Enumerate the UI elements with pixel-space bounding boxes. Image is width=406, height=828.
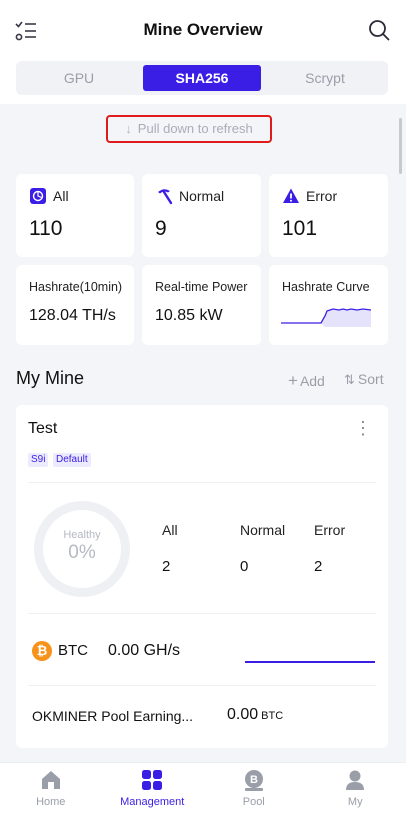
tab-pool-label: Pool <box>242 796 265 808</box>
pool-icon: B <box>244 770 263 791</box>
profile-icon <box>346 770 365 790</box>
tag-model: S9i <box>28 453 49 467</box>
my-mine-title: My Mine <box>16 368 85 388</box>
mine-error-label: Error <box>314 522 346 538</box>
coin-name: BTC <box>58 642 88 659</box>
tab-gpu[interactable]: GPU <box>20 65 138 91</box>
mine-card[interactable]: Test ⋮ S9i Default Healthy 0% All 2 Norm… <box>16 405 388 748</box>
power-value: 10.85 kW <box>155 307 223 324</box>
mine-normal-value: 0 <box>240 558 249 575</box>
status-normal-value: 9 <box>155 217 167 240</box>
hashrate-value: 128.04 TH/s <box>29 307 116 324</box>
svg-text:B: B <box>250 774 258 786</box>
earnings-amount: 0.00 <box>227 706 259 723</box>
bitcoin-icon: ₿ <box>32 641 52 661</box>
tab-pool[interactable]: B Pool <box>203 763 305 828</box>
tag-group: Default <box>53 453 91 467</box>
pool-earnings-label: OKMINER Pool Earning... <box>32 708 194 724</box>
divider <box>28 685 376 686</box>
hashrate-curve-label: Hashrate Curve <box>282 280 370 294</box>
warning-icon <box>283 188 299 203</box>
tab-home-label: Home <box>36 796 66 808</box>
add-mine-button[interactable]: + Add <box>288 371 325 391</box>
home-icon <box>41 771 60 789</box>
sort-label: Sort <box>357 371 384 387</box>
hashrate-card[interactable]: Hashrate(10min) 128.04 TH/s <box>16 265 134 345</box>
divider <box>28 613 376 614</box>
tab-my-label: My <box>347 796 363 808</box>
status-normal-label: Normal <box>179 188 225 204</box>
pickaxe-icon <box>158 189 173 205</box>
coin-hashrate: 0.00 GH/s <box>108 642 181 659</box>
pool-earnings-value: 0.00 BTC <box>227 706 283 724</box>
status-all-value: 110 <box>29 217 63 240</box>
power-card[interactable]: Real-time Power 10.85 kW <box>142 265 261 345</box>
mine-normal-label: Normal <box>240 522 286 538</box>
mine-all-label: All <box>162 522 178 538</box>
status-card-all[interactable]: All 110 <box>16 174 134 257</box>
tab-my[interactable]: My <box>305 763 406 828</box>
tab-sha256[interactable]: SHA256 <box>143 65 261 91</box>
pull-to-refresh-hint: ↓ Pull down to refresh <box>106 115 272 143</box>
header: Mine Overview GPU SHA256 Scrypt <box>0 0 406 104</box>
arrow-down-icon: ↓ <box>125 121 132 136</box>
algorithm-tabs: GPU SHA256 Scrypt <box>16 61 388 95</box>
hashrate-curve-card[interactable]: Hashrate Curve <box>269 265 388 345</box>
add-label: Add <box>299 373 325 389</box>
status-all-label: All <box>53 188 69 204</box>
mine-name: Test <box>28 420 58 437</box>
coin-hashrate-sparkline <box>245 661 375 663</box>
earnings-unit: BTC <box>261 710 284 722</box>
mine-error-value: 2 <box>314 558 323 575</box>
status-card-normal[interactable]: Normal 9 <box>142 174 261 257</box>
tab-management-label: Management <box>120 796 185 808</box>
health-label: Healthy <box>63 529 101 541</box>
status-error-value: 101 <box>282 217 318 240</box>
mine-all-value: 2 <box>162 558 171 575</box>
bottom-tab-bar: Home Management B Pool My <box>0 762 406 828</box>
more-options-icon[interactable]: ⋮ <box>354 419 372 437</box>
power-label: Real-time Power <box>155 280 248 294</box>
scrollbar[interactable] <box>399 118 402 174</box>
refresh-hint-text: Pull down to refresh <box>137 121 253 136</box>
status-error-label: Error <box>306 188 338 204</box>
health-value: 0% <box>68 542 96 563</box>
divider <box>28 482 376 483</box>
page-title: Mine Overview <box>143 20 263 39</box>
grid-icon <box>142 770 163 790</box>
plus-icon: + <box>288 371 298 390</box>
hashrate-curve-sparkline <box>281 308 371 327</box>
status-card-error[interactable]: Error 101 <box>269 174 388 257</box>
sort-icon: ⇅ <box>344 372 355 387</box>
tab-home[interactable]: Home <box>0 763 102 828</box>
sort-button[interactable]: ⇅ Sort <box>344 371 384 388</box>
tab-scrypt[interactable]: Scrypt <box>266 65 384 91</box>
hashrate-label: Hashrate(10min) <box>29 280 123 294</box>
search-icon[interactable] <box>368 19 390 41</box>
tab-management[interactable]: Management <box>102 763 204 828</box>
all-miners-icon <box>30 188 46 204</box>
